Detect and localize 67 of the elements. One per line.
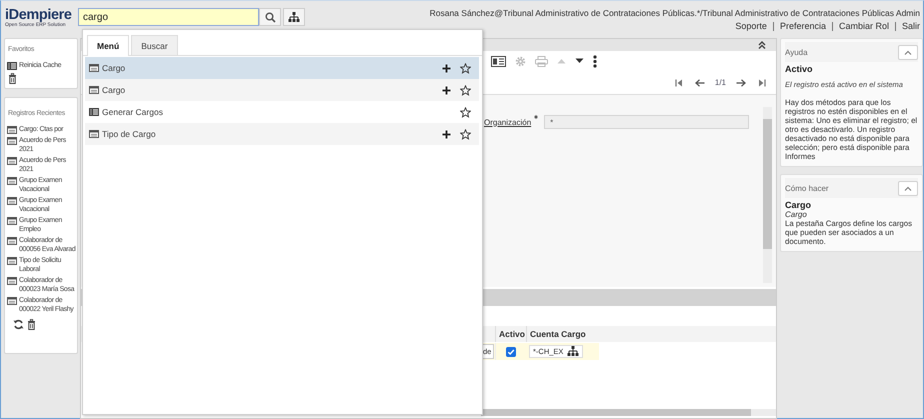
double-chevron-up-icon[interactable] bbox=[758, 41, 766, 49]
star-icon[interactable] bbox=[460, 84, 471, 96]
user-context: Rosana Sánchez@Tribunal Administrativo de Contrataciones Públicas.*/Tribunal Administrativo de Contrataciones Públicas Admin bbox=[430, 8, 920, 18]
window-icon bbox=[7, 257, 17, 265]
caret-down-icon[interactable] bbox=[575, 58, 584, 64]
window-icon bbox=[7, 126, 17, 134]
horizontal-scrollbar[interactable] bbox=[481, 409, 776, 416]
search-icon bbox=[264, 12, 276, 22]
organization-field[interactable]: * bbox=[544, 115, 750, 129]
plus-icon[interactable] bbox=[442, 86, 451, 94]
window-icon bbox=[7, 197, 17, 205]
first-record-icon[interactable] bbox=[674, 78, 683, 86]
window-icon bbox=[7, 217, 17, 225]
collapse-button[interactable] bbox=[898, 180, 918, 196]
tree-icon bbox=[567, 346, 580, 357]
menu-item[interactable]: Cargo bbox=[85, 79, 479, 101]
menu-tree-button[interactable] bbox=[283, 8, 305, 26]
howto-heading: Cargo bbox=[785, 200, 812, 210]
star-icon[interactable] bbox=[460, 106, 471, 118]
window-icon bbox=[7, 237, 17, 245]
plus-icon[interactable] bbox=[442, 130, 451, 138]
window-icon bbox=[89, 86, 99, 94]
window-icon bbox=[7, 277, 17, 285]
list-icon bbox=[89, 108, 99, 116]
refresh-icon[interactable] bbox=[13, 319, 24, 330]
last-record-icon[interactable] bbox=[758, 78, 766, 86]
field-label[interactable]: Organización bbox=[484, 118, 532, 126]
header-link[interactable]: Preferencia bbox=[772, 22, 832, 31]
chevron-up-icon bbox=[904, 186, 912, 190]
plus-icon[interactable] bbox=[442, 64, 451, 72]
header-link[interactable]: Salir bbox=[894, 22, 920, 31]
window-icon bbox=[7, 137, 17, 145]
card-icon[interactable] bbox=[491, 56, 506, 66]
star-icon[interactable] bbox=[460, 62, 471, 74]
window-icon bbox=[7, 177, 17, 185]
checkbox[interactable] bbox=[506, 346, 516, 356]
star-icon[interactable] bbox=[460, 128, 471, 140]
tree-icon bbox=[288, 12, 300, 22]
trash-icon[interactable] bbox=[8, 73, 17, 84]
howto-subtitle: Cargo bbox=[785, 210, 808, 219]
column-header[interactable]: Cuenta Cargo bbox=[526, 326, 589, 342]
list-icon bbox=[7, 62, 17, 70]
search-field[interactable]: cargo bbox=[78, 8, 259, 26]
more-vertical-icon[interactable] bbox=[593, 54, 597, 68]
header-link[interactable]: Cambiar Rol bbox=[832, 22, 895, 31]
menu-item[interactable]: Cargo bbox=[85, 57, 479, 79]
menu-item[interactable]: Tipo de Cargo bbox=[85, 123, 479, 145]
help-heading: Activo bbox=[785, 64, 814, 74]
window-icon bbox=[7, 157, 17, 165]
arrow-right-icon[interactable] bbox=[736, 78, 746, 86]
header-link[interactable]: Soporte bbox=[729, 22, 773, 31]
window-icon bbox=[7, 297, 17, 305]
arrow-left-icon[interactable] bbox=[694, 78, 705, 86]
column-header[interactable]: Activo bbox=[495, 326, 526, 342]
chevron-up-icon bbox=[904, 50, 912, 54]
trash-icon[interactable] bbox=[27, 319, 36, 330]
logo: iDempiere bbox=[5, 8, 73, 23]
menu-tab[interactable]: Menú bbox=[87, 35, 130, 56]
search-button[interactable] bbox=[259, 8, 281, 26]
panel-title: Ayuda bbox=[785, 48, 808, 56]
panel-title: Cómo hacer bbox=[785, 184, 829, 192]
vertical-scrollbar[interactable] bbox=[763, 107, 772, 283]
record-counter: 1/1 bbox=[714, 78, 726, 87]
collapse-button[interactable] bbox=[898, 44, 918, 60]
window-icon bbox=[89, 130, 99, 138]
menu-tab[interactable]: Buscar bbox=[131, 35, 178, 55]
window-icon bbox=[89, 64, 99, 72]
